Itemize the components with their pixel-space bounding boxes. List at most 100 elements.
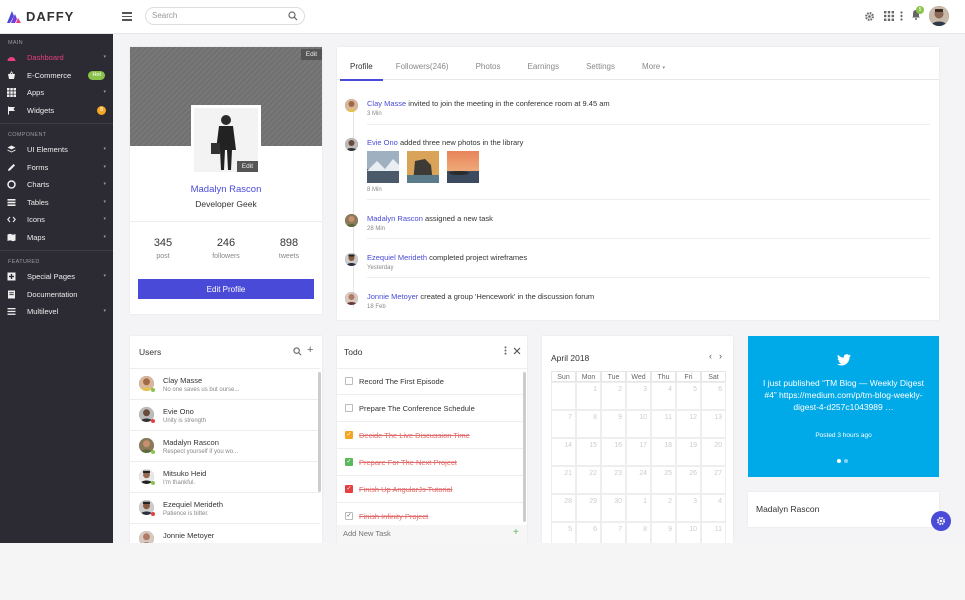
user-row[interactable]: Madalyn Rascon Respect yourself if you w… xyxy=(130,431,320,462)
notifications[interactable]: 5 xyxy=(911,6,924,23)
carousel-dot[interactable] xyxy=(844,459,848,463)
more-vertical-icon[interactable] xyxy=(504,346,507,355)
feed-user-link[interactable]: Ezequiel Merideth xyxy=(367,253,427,262)
add-task-plus-icon[interactable]: + xyxy=(513,527,519,538)
calendar-day[interactable]: 21 xyxy=(551,466,576,494)
calendar-day[interactable]: 1 xyxy=(576,382,601,410)
calendar-day[interactable]: 11 xyxy=(651,410,676,438)
sidebar-item-charts[interactable]: Charts ▾ xyxy=(0,176,113,194)
sidebar-item-icons[interactable]: Icons ▾ xyxy=(0,211,113,229)
todo-scrollbar[interactable] xyxy=(523,372,526,522)
user-avatar[interactable] xyxy=(929,6,949,26)
close-icon[interactable] xyxy=(513,347,521,355)
feed-user-link[interactable]: Jonnie Metoyer xyxy=(367,292,418,301)
calendar-day[interactable]: 20 xyxy=(701,438,726,466)
tab-photos[interactable]: Photos xyxy=(466,47,511,80)
calendar-day[interactable]: 7 xyxy=(601,522,626,543)
photo-edit-button[interactable]: Edit xyxy=(236,161,258,172)
calendar-day[interactable]: 19 xyxy=(676,438,701,466)
photo-thumbnail[interactable] xyxy=(447,151,479,183)
users-scrollbar[interactable] xyxy=(318,372,321,492)
tab-settings[interactable]: Settings xyxy=(576,47,625,80)
calendar-day[interactable]: 12 xyxy=(676,410,701,438)
chevron-right-icon[interactable]: › xyxy=(719,351,722,361)
todo-item[interactable]: Prepare The Conference Schedule xyxy=(337,395,526,422)
calendar-day[interactable]: 9 xyxy=(601,410,626,438)
gear-icon[interactable] xyxy=(864,11,875,22)
calendar-day[interactable]: 6 xyxy=(701,382,726,410)
calendar-day[interactable]: 24 xyxy=(626,466,651,494)
calendar-day[interactable]: 10 xyxy=(626,410,651,438)
sidebar-item-maps[interactable]: Maps ▾ xyxy=(0,229,113,247)
calendar-day[interactable]: 6 xyxy=(576,522,601,543)
calendar-day[interactable]: 27 xyxy=(701,466,726,494)
user-row[interactable]: Mitsuko Heid I'm thankful. xyxy=(130,462,320,493)
feed-user-link[interactable]: Madalyn Rascon xyxy=(367,214,423,223)
calendar-day[interactable]: 26 xyxy=(676,466,701,494)
edit-profile-button[interactable]: Edit Profile xyxy=(138,279,314,299)
todo-checkbox-checked[interactable]: ✓ xyxy=(345,458,353,466)
calendar-day[interactable]: 11 xyxy=(701,522,726,543)
calendar-day[interactable]: 5 xyxy=(676,382,701,410)
cover-edit-button[interactable]: Edit xyxy=(300,49,322,60)
sidebar-item-widgets[interactable]: Widgets 8 xyxy=(0,102,113,120)
todo-item[interactable]: ✓ Decide The Live Discussion Time xyxy=(337,422,526,449)
calendar-day[interactable]: 14 xyxy=(551,438,576,466)
sidebar-item-dashboard[interactable]: Dashboard ▾ xyxy=(0,49,113,67)
photo-thumbnail[interactable] xyxy=(367,151,399,183)
calendar-day[interactable]: 29 xyxy=(576,494,601,522)
calendar-day[interactable]: 3 xyxy=(676,494,701,522)
calendar-day[interactable]: 1 xyxy=(626,494,651,522)
calendar-day[interactable]: 9 xyxy=(651,522,676,543)
more-vertical-icon[interactable] xyxy=(900,11,903,21)
calendar-day[interactable]: 8 xyxy=(626,522,651,543)
user-row[interactable]: Clay Masse No one saves us but ourse... xyxy=(130,369,320,400)
hamburger-menu-icon[interactable] xyxy=(122,12,132,21)
todo-item[interactable]: ✓ Finish Up AngularJs Tutorial xyxy=(337,476,526,503)
user-row[interactable]: Jonnie Metoyer xyxy=(130,524,320,543)
sidebar-item-ecommerce[interactable]: E-Commerce Hot xyxy=(0,67,113,85)
calendar-day[interactable]: 2 xyxy=(601,382,626,410)
todo-checkbox-checked[interactable]: ✓ xyxy=(345,485,353,493)
calendar-day[interactable]: 25 xyxy=(651,466,676,494)
search-input[interactable] xyxy=(152,11,282,20)
calendar-day[interactable]: 30 xyxy=(601,494,626,522)
todo-checkbox-checked[interactable]: ✓ xyxy=(345,431,353,439)
apps-grid-icon[interactable] xyxy=(884,11,894,21)
logo[interactable]: DAFFY xyxy=(7,9,74,24)
calendar-day[interactable]: 4 xyxy=(651,382,676,410)
sidebar-item-ui-elements[interactable]: UI Elements ▾ xyxy=(0,141,113,159)
sidebar-item-multilevel[interactable]: Multilevel ▾ xyxy=(0,303,113,321)
chevron-left-icon[interactable]: ‹ xyxy=(709,351,712,361)
add-task-input[interactable] xyxy=(343,529,493,538)
todo-item[interactable]: Record The First Episode xyxy=(337,368,526,395)
calendar-day[interactable]: 18 xyxy=(651,438,676,466)
user-row[interactable]: Evie Ono Unity is strength xyxy=(130,400,320,431)
calendar-day[interactable]: 5 xyxy=(551,522,576,543)
todo-checkbox[interactable] xyxy=(345,404,353,412)
calendar-day[interactable]: 17 xyxy=(626,438,651,466)
sidebar-item-special-pages[interactable]: Special Pages ▾ xyxy=(0,268,113,286)
profile-name[interactable]: Madalyn Rascon xyxy=(130,184,322,195)
settings-fab-button[interactable] xyxy=(931,511,951,531)
sidebar-item-tables[interactable]: Tables ▾ xyxy=(0,194,113,212)
calendar-day[interactable]: 10 xyxy=(676,522,701,543)
calendar-day[interactable]: 16 xyxy=(601,438,626,466)
user-row[interactable]: Ezequiel Merideth Patience is bitter. xyxy=(130,493,320,524)
feed-user-link[interactable]: Evie Ono xyxy=(367,138,398,147)
add-icon[interactable]: + xyxy=(307,344,313,356)
tab-earnings[interactable]: Earnings xyxy=(518,47,570,80)
tab-profile[interactable]: Profile xyxy=(340,47,383,81)
calendar-day[interactable]: 23 xyxy=(601,466,626,494)
calendar-day[interactable]: 7 xyxy=(551,410,576,438)
photo-thumbnail[interactable] xyxy=(407,151,439,183)
calendar-day[interactable]: 2 xyxy=(651,494,676,522)
calendar-day[interactable]: 28 xyxy=(551,494,576,522)
search-icon[interactable] xyxy=(293,347,302,356)
mini-profile-name[interactable]: Madalyn Rascon xyxy=(756,504,819,514)
sidebar-item-apps[interactable]: Apps ▾ xyxy=(0,84,113,102)
carousel-dot-active[interactable] xyxy=(837,459,841,463)
todo-checkbox-checked[interactable]: ✓ xyxy=(345,512,353,520)
calendar-day[interactable]: 8 xyxy=(576,410,601,438)
calendar-day[interactable]: 22 xyxy=(576,466,601,494)
